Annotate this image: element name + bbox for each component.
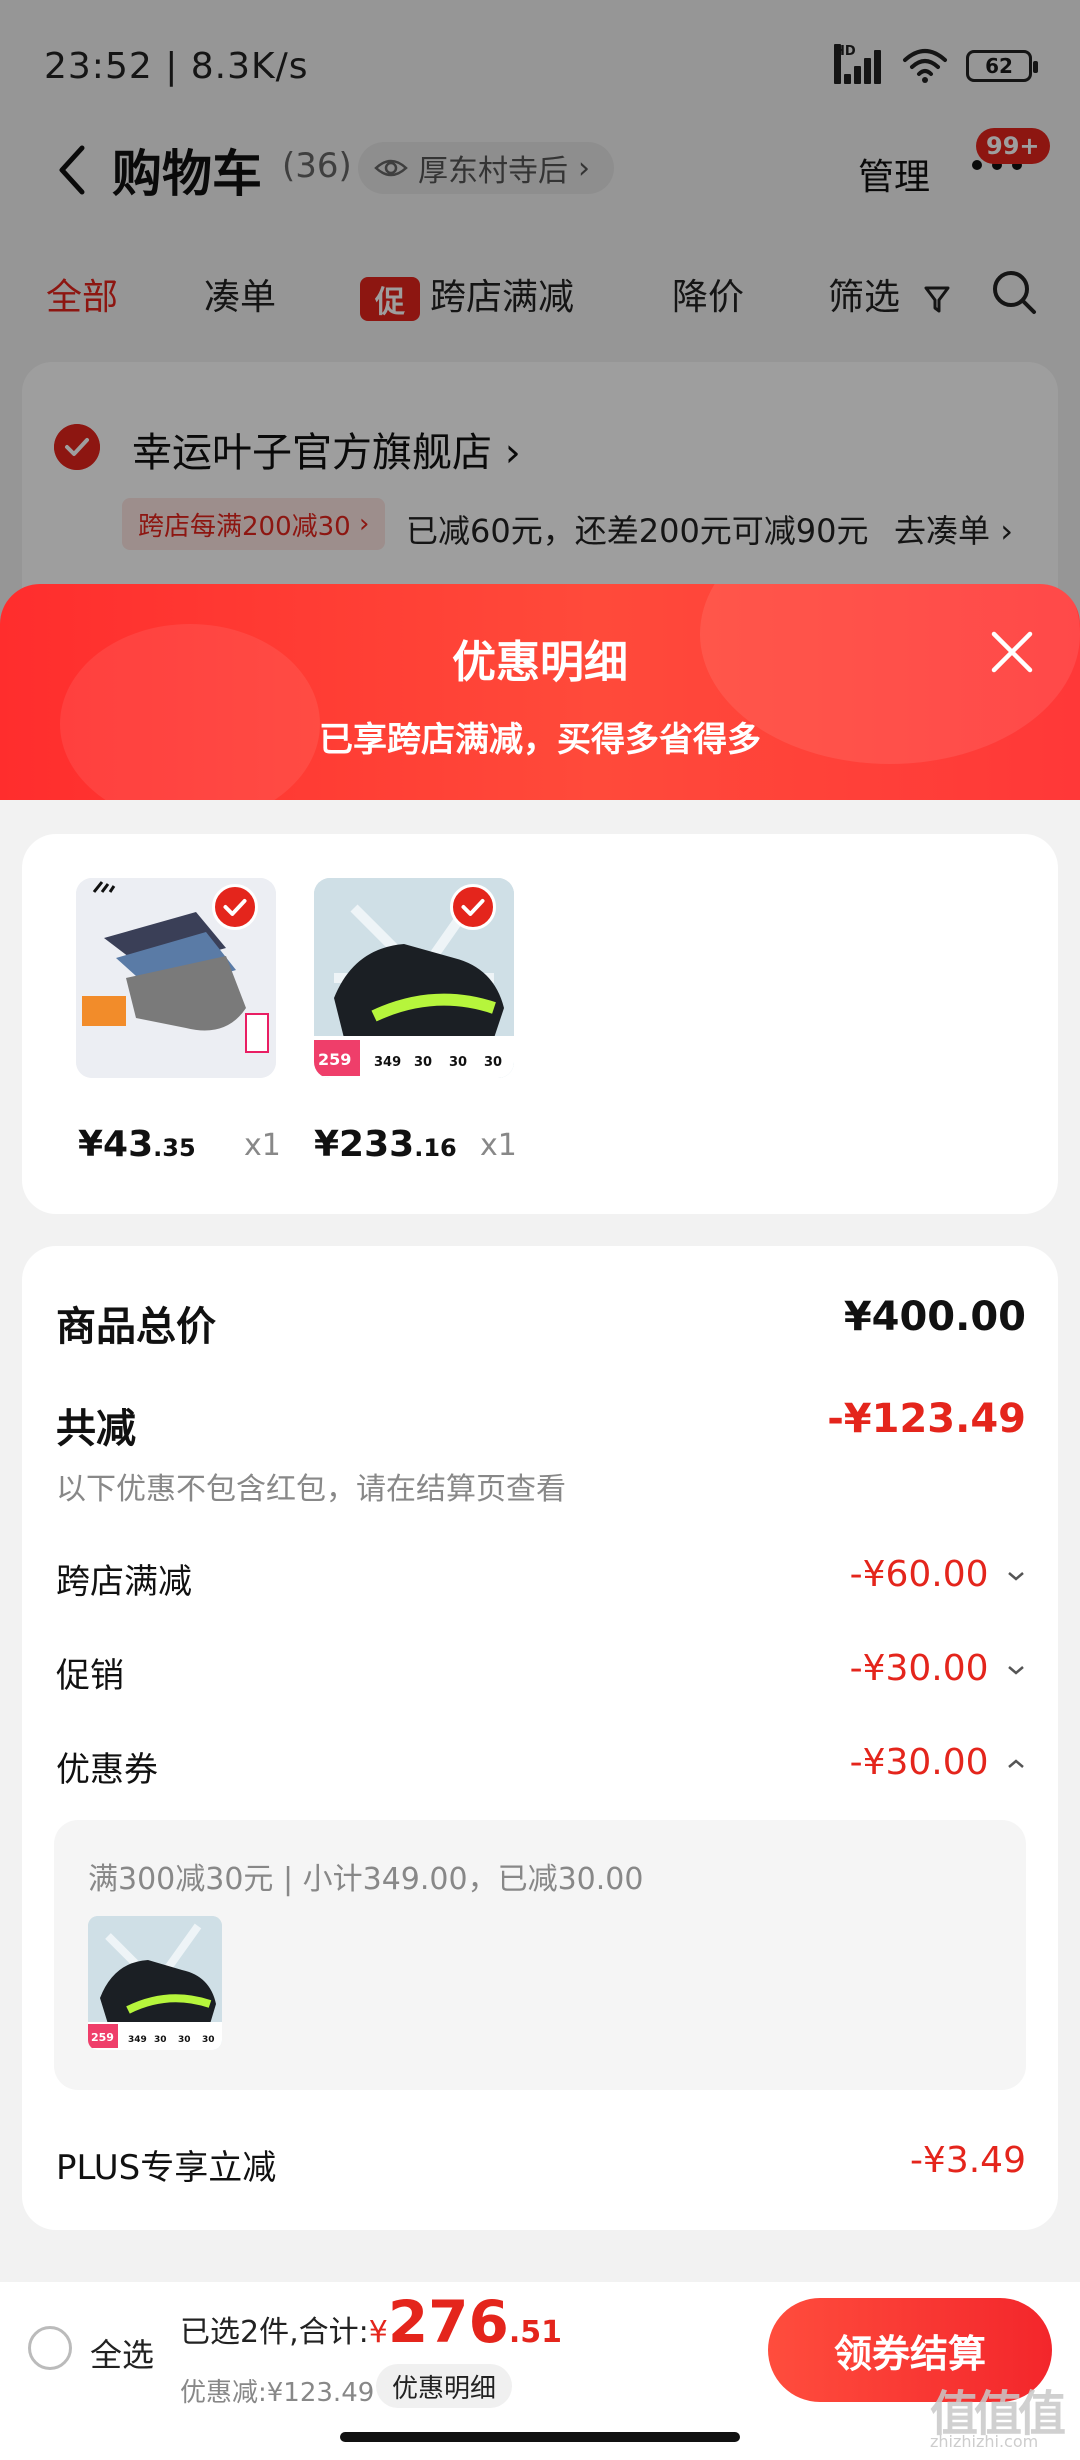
total-currency: ¥ (368, 2315, 388, 2350)
shoe-badge-chip: 30 (484, 1055, 502, 1070)
close-icon[interactable] (988, 628, 1036, 676)
chevron-up-icon (1008, 1759, 1024, 1768)
cross-store-label: 跨店满减 (56, 1562, 192, 1602)
selected-count: 已选2件,合计: (180, 2315, 369, 2350)
item-qty: x1 (480, 1128, 517, 1163)
sheet-title: 优惠明细 (452, 637, 628, 688)
promotion-value: -¥30.00 (849, 1648, 989, 1689)
cross-store-row[interactable]: -¥60.00 (850, 1554, 1026, 1595)
coupon-value: -¥30.00 (849, 1742, 989, 1783)
item-qty: x1 (244, 1128, 281, 1163)
coupon-badge-chip: 30 (154, 2035, 167, 2045)
item-checked-icon[interactable] (212, 884, 258, 930)
total-price-label: 商品总价 (56, 1304, 216, 1350)
plus-discount-label: PLUS专享立减 (56, 2148, 277, 2188)
cross-store-value: -¥60.00 (849, 1554, 989, 1595)
coupon-badge-price: 259 (91, 2031, 114, 2044)
coupon-row[interactable]: -¥30.00 (850, 1742, 1026, 1783)
total-line: 已选2件,合计:¥276.51 (180, 2288, 562, 2356)
reduce-note: 以下优惠不包含红包，请在结算页查看 (56, 1472, 566, 1507)
coupon-label: 优惠券 (56, 1750, 158, 1790)
item-price: ¥43.35 (78, 1124, 196, 1165)
coupon-detail-text: 满300减30元 | 小计349.00，已减30.00 (88, 1862, 644, 1897)
select-all-label[interactable]: 全选 (90, 2330, 154, 2376)
shoe-badge-chip: 30 (414, 1055, 432, 1070)
shoe-badge-price: 259 (318, 1050, 351, 1069)
item-price: ¥233.16 (314, 1124, 457, 1165)
total-reduce-value: -¥123.49 (827, 1396, 1026, 1442)
sheet-subtitle: 已享跨店满减，买得多省得多 (319, 720, 761, 760)
coupon-shoe-image: 259 349 30 30 30 (88, 1916, 222, 2050)
coupon-badge-chip: 30 (178, 2035, 191, 2045)
total-price-value: ¥400.00 (843, 1294, 1026, 1340)
coupon-badge-chip: 30 (202, 2035, 215, 2045)
plus-discount-value: -¥3.49 (909, 2140, 1026, 2181)
sheet-header (0, 584, 1080, 804)
coupon-product-image[interactable]: 259 349 30 30 30 (88, 1916, 222, 2050)
chevron-down-icon (1008, 1572, 1024, 1581)
chevron-down-icon (1008, 1666, 1024, 1675)
coupon-badge-chip: 349 (128, 2035, 147, 2045)
select-all-checkbox[interactable] (28, 2326, 72, 2370)
discount-summary: 优惠减:¥123.49 (180, 2378, 375, 2408)
watermark-url: zhizhizhi.com (930, 2432, 1039, 2451)
home-indicator[interactable] (340, 2432, 740, 2442)
total-reduce-label: 共减 (56, 1406, 136, 1452)
total-decimal: .51 (508, 2315, 563, 2350)
promotion-label: 促销 (56, 1656, 124, 1696)
shoe-badge-chip: 30 (449, 1055, 467, 1070)
item-checked-icon[interactable] (450, 884, 496, 930)
promotion-row[interactable]: -¥30.00 (850, 1648, 1026, 1689)
total-amount: 276 (387, 2288, 509, 2356)
shoe-badge-chip: 349 (374, 1055, 401, 1070)
discount-detail-button[interactable]: 优惠明细 (376, 2364, 513, 2408)
